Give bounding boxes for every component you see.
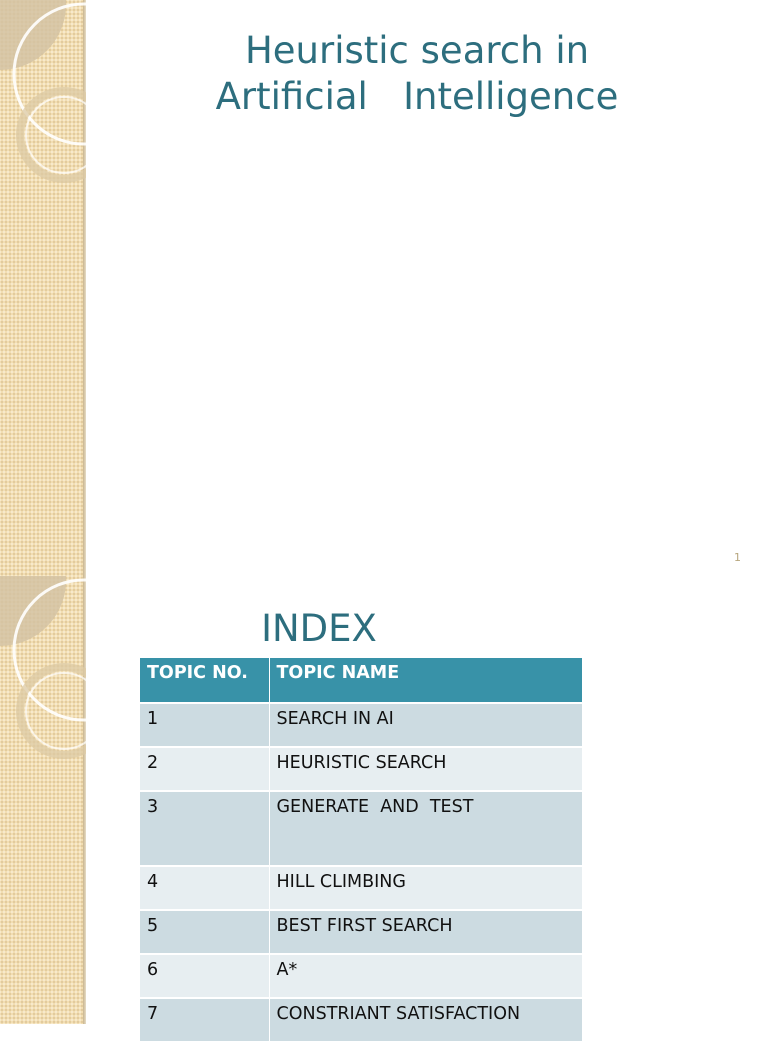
topic-no-cell: 5 xyxy=(140,910,270,955)
topic-table: TOPIC NO. TOPIC NAME 1 SEARCH IN AI 2 HE… xyxy=(140,658,583,1043)
page-number: 1 xyxy=(734,551,741,564)
table-row: 1 SEARCH IN AI xyxy=(140,703,583,748)
table-row: 5 BEST FIRST SEARCH xyxy=(140,910,583,955)
topic-no-cell: 3 xyxy=(140,791,270,867)
table-row: 4 HILL CLIMBING xyxy=(140,866,583,911)
decorative-rings-icon xyxy=(0,576,86,759)
topic-name-cell: HILL CLIMBING xyxy=(269,866,583,911)
topic-no-cell: 1 xyxy=(140,703,270,748)
table-row: 2 HEURISTIC SEARCH xyxy=(140,747,583,792)
index-heading: INDEX xyxy=(261,607,377,650)
topic-name-cell: HEURISTIC SEARCH xyxy=(269,747,583,792)
topic-name-cell: A* xyxy=(269,954,583,999)
table-row: 6 A* xyxy=(140,954,583,999)
topic-name-cell: CONSTRIANT SATISFACTION xyxy=(269,998,583,1043)
table-row: 3 GENERATE AND TEST xyxy=(140,791,583,867)
header-topic-no: TOPIC NO. xyxy=(140,658,270,704)
topic-no-cell: 4 xyxy=(140,866,270,911)
table-header-row: TOPIC NO. TOPIC NAME xyxy=(140,658,583,704)
topic-no-cell: 6 xyxy=(140,954,270,999)
topic-name-cell: BEST FIRST SEARCH xyxy=(269,910,583,955)
topic-name-cell: SEARCH IN AI xyxy=(269,703,583,748)
decorative-rings-icon xyxy=(0,0,86,183)
topic-no-cell: 7 xyxy=(140,998,270,1043)
table-row: 7 CONSTRIANT SATISFACTION xyxy=(140,998,583,1043)
slide-title: Heuristic search in Artificial Intellige… xyxy=(0,0,768,576)
slide-title-text: Heuristic search in Artificial Intellige… xyxy=(215,29,619,118)
header-topic-name: TOPIC NAME xyxy=(269,658,583,704)
topic-name-cell: GENERATE AND TEST xyxy=(269,791,583,867)
topic-no-cell: 2 xyxy=(140,747,270,792)
